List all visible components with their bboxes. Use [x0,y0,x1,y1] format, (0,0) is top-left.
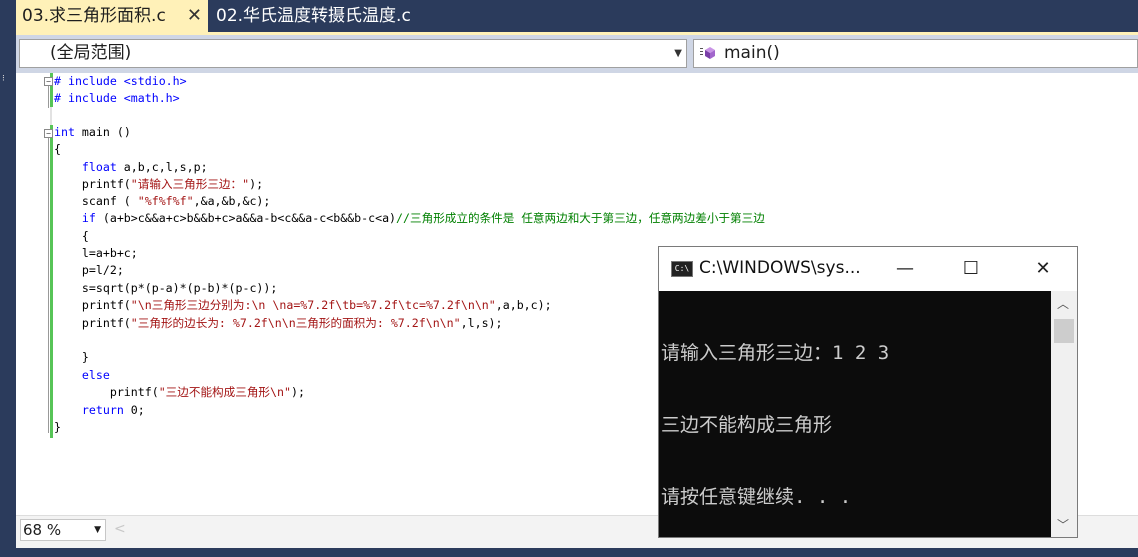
member-value: main() [724,43,780,63]
code-line: printf("三角形的边长为: %7.2f\n\n三角形的面积为: %7.2f… [54,316,503,330]
console-line: 请按任意键继续. . . [661,486,852,508]
maximize-button[interactable]: ☐ [951,255,991,283]
code-line: l=a+b+c; [54,246,138,260]
zoom-value: 68 % [23,521,62,539]
console-window[interactable]: C:\ C:\WINDOWS\sys... — ☐ ✕ 请输入三角形三边：1 2… [658,246,1078,538]
code-line: if (a+b>c&&a+c>b&&b+c>a&&a-b<c&&a-c<b&&b… [81,211,765,225]
chevron-down-icon[interactable]: ▼ [94,520,101,540]
navigation-bar: (全局范围) ▼ main() [16,35,1138,73]
console-line: 请输入三角形三边：1 2 3 [661,342,890,364]
code-line: scanf ( "%f%f%f",&a,&b,&c); [54,194,271,208]
scroll-thumb[interactable] [1054,319,1074,343]
code-line: return 0; [81,403,145,417]
left-toolstrip: ⁝ [0,34,16,548]
tab-triangle-area[interactable]: 03.求三角形面积.c ✕ [16,0,208,32]
console-output[interactable]: 请输入三角形三边：1 2 3 三边不能构成三角形 请按任意键继续. . . [659,291,1051,537]
chevron-up-icon[interactable]: ︿ [1057,295,1069,312]
code-line: # include <stdio.h> [54,74,187,88]
tool-window-marker-icon: ⁝ [2,74,5,84]
code-line: } [54,420,61,434]
code-line: s=sqrt(p*(p-a)*(p-b)*(p-c)); [54,281,278,295]
code-line: int main () [54,125,131,139]
tab-bar: 03.求三角形面积.c ✕ 02.华氏温度转摄氏温度.c [0,0,1138,34]
code-line: float a,b,c,l,s,p; [81,160,208,174]
chevron-down-icon[interactable]: ▼ [674,40,682,67]
code-line: # include <math.h> [54,91,180,105]
close-icon[interactable]: ✕ [187,0,202,32]
scroll-left-icon[interactable]: < [114,521,126,537]
function-cube-icon [700,47,715,59]
code-line: else [81,368,110,382]
member-dropdown[interactable]: main() [693,39,1138,68]
console-app-icon: C:\ [671,261,693,277]
code-line: { [54,142,61,156]
code-line: printf("请输入三角形三边："); [54,177,264,191]
code-line: } [54,350,89,364]
scope-value: (全局范围) [50,43,132,63]
zoom-dropdown[interactable]: 68 % ▼ [20,519,106,541]
minimize-button[interactable]: — [885,255,925,283]
tab-label: 02.华氏温度转摄氏温度.c [216,6,411,26]
close-button[interactable]: ✕ [1023,255,1063,283]
console-scrollbar[interactable]: ︿ ﹀ [1051,291,1077,537]
tab-label: 03.求三角形面积.c [22,6,166,26]
console-titlebar[interactable]: C:\ C:\WINDOWS\sys... — ☐ ✕ [659,247,1077,291]
code-line: { [54,229,89,243]
code-line: printf("\n三角形三边分别为:\n \na=%7.2f\tb=%7.2f… [54,298,552,312]
code-line: p=l/2; [54,263,124,277]
code-line: printf("三边不能构成三角形\n"); [54,385,305,399]
scope-dropdown[interactable]: (全局范围) ▼ [19,39,687,68]
tab-fahrenheit[interactable]: 02.华氏温度转摄氏温度.c [210,0,430,32]
console-title: C:\WINDOWS\sys... [699,258,861,278]
console-line: 三边不能构成三角形 [661,414,833,436]
chevron-down-icon[interactable]: ﹀ [1057,516,1069,533]
